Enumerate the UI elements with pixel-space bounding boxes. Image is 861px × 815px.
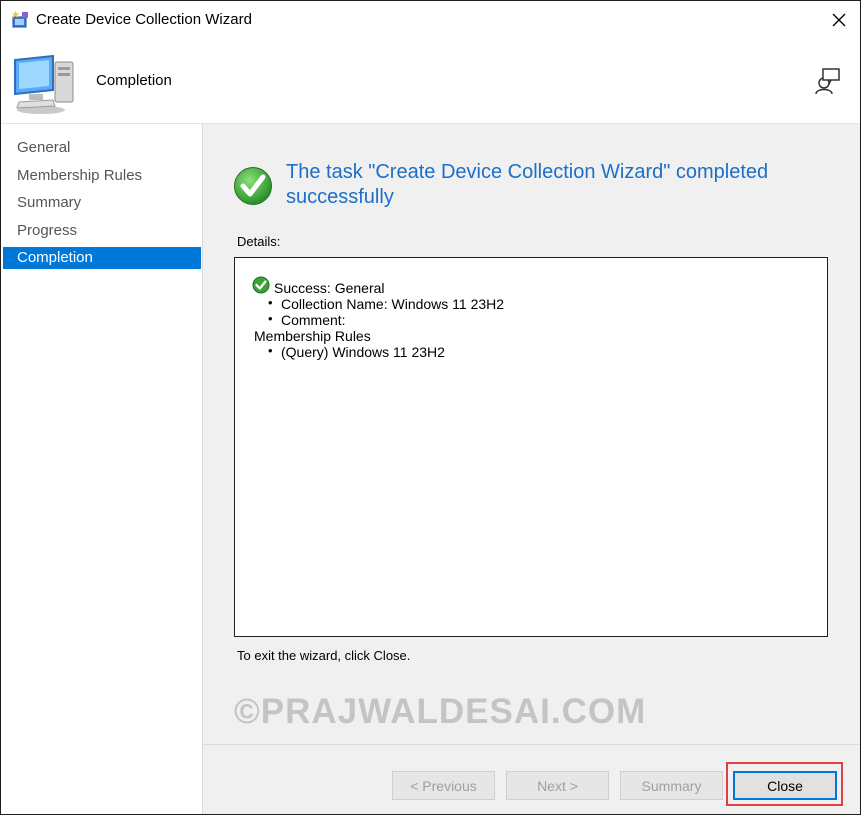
success-check-icon xyxy=(252,276,270,294)
nav-item-completion[interactable]: Completion xyxy=(3,247,201,269)
window-title: Create Device Collection Wizard xyxy=(36,11,252,28)
wizard-window: Create Device Collection Wizard Completi… xyxy=(0,0,861,815)
exit-hint: To exit the wizard, click Close. xyxy=(237,648,411,663)
collection-name-line: Collection Name: Windows 11 23H2 xyxy=(281,296,505,312)
wizard-header: Completion xyxy=(1,39,860,124)
next-button[interactable]: Next > xyxy=(506,771,609,800)
title-bar: Create Device Collection Wizard xyxy=(1,1,860,39)
wizard-nav: General Membership Rules Summary Progres… xyxy=(1,124,203,814)
details-box[interactable]: Success: General • Collection Name: Wind… xyxy=(234,257,828,637)
nav-item-membership-rules[interactable]: Membership Rules xyxy=(3,165,201,187)
nav-item-summary[interactable]: Summary xyxy=(3,192,201,214)
membership-rules-heading: Membership Rules xyxy=(254,328,371,344)
details-label: Details: xyxy=(237,234,281,249)
close-icon[interactable] xyxy=(821,6,857,34)
nav-item-progress[interactable]: Progress xyxy=(3,220,201,242)
membership-rule-line: (Query) Windows 11 23H2 xyxy=(281,344,445,360)
bullet: • xyxy=(268,343,273,358)
computer-icon xyxy=(11,50,77,116)
comment-line: Comment: xyxy=(281,312,346,328)
help-icon[interactable] xyxy=(813,66,843,96)
bullet: • xyxy=(268,311,273,326)
button-bar: < Previous Next > Summary Close xyxy=(203,744,860,814)
main-content: The task "Create Device Collection Wizar… xyxy=(203,124,860,744)
success-line: Success: General xyxy=(274,280,385,296)
success-check-icon xyxy=(233,166,273,206)
completion-headline: The task "Create Device Collection Wizar… xyxy=(286,161,769,208)
page-title: Completion xyxy=(96,72,172,89)
nav-item-general[interactable]: General xyxy=(3,137,201,159)
summary-button[interactable]: Summary xyxy=(620,771,723,800)
bullet: • xyxy=(268,295,273,310)
close-button[interactable]: Close xyxy=(733,771,837,800)
watermark: ©PRAJWALDESAI.COM xyxy=(234,692,647,731)
wizard-app-icon xyxy=(10,10,30,30)
previous-button[interactable]: < Previous xyxy=(392,771,495,800)
